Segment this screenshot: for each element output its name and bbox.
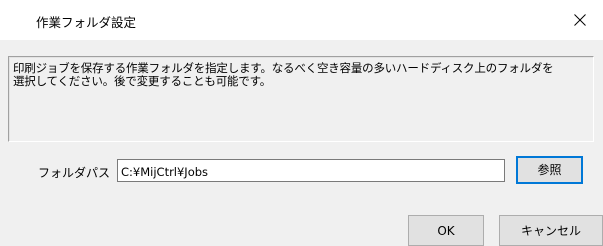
cancel-button-label: キャンセル xyxy=(520,224,581,238)
window-title: 作業フォルダ設定 xyxy=(36,15,137,30)
ok-button[interactable]: OK xyxy=(408,215,484,246)
browse-button[interactable]: 参照 xyxy=(516,156,583,184)
browse-button-label: 参照 xyxy=(537,163,562,177)
description-text: 印刷ジョブを保存する作業フォルダを指定します。なるべく空き容量の多いハードディス… xyxy=(13,61,554,88)
ok-button-label: OK xyxy=(437,223,455,238)
folder-path-label: フォルダパス xyxy=(38,166,111,180)
close-icon xyxy=(574,14,586,26)
cancel-button[interactable]: キャンセル xyxy=(499,215,603,246)
close-button[interactable] xyxy=(557,0,603,40)
folder-path-input[interactable] xyxy=(117,159,505,182)
title-bar: 作業フォルダ設定 xyxy=(0,0,603,41)
description-box: 印刷ジョブを保存する作業フォルダを指定します。なるべく空き容量の多いハードディス… xyxy=(8,56,594,142)
